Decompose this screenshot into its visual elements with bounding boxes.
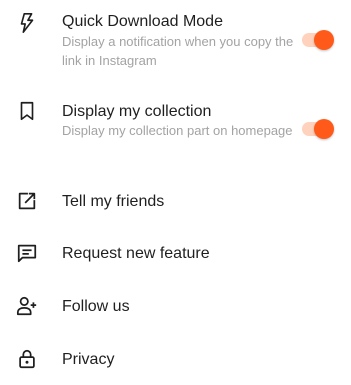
- lock-icon: [16, 348, 38, 370]
- toggle-thumb: [314, 119, 334, 139]
- setting-quick-download[interactable]: Quick Download Mode Display a notificati…: [0, 0, 351, 80]
- menu-item-label: Request new feature: [62, 245, 210, 262]
- menu-item-tell-friends[interactable]: Tell my friends: [0, 181, 351, 221]
- setting-title: Quick Download Mode: [62, 13, 223, 30]
- menu-item-label: Privacy: [62, 351, 115, 368]
- quick-download-toggle[interactable]: [300, 29, 336, 53]
- menu-item-label: Follow us: [62, 298, 130, 315]
- setting-description: Display my collection part on homepage: [62, 123, 293, 138]
- menu-item-label: Tell my friends: [62, 193, 165, 210]
- message-icon: [16, 242, 38, 264]
- bookmark-icon: [16, 100, 38, 122]
- toggle-thumb: [314, 30, 334, 50]
- setting-title: Display my collection: [62, 103, 212, 120]
- setting-display-collection[interactable]: Display my collection Display my collect…: [0, 90, 351, 170]
- share-icon: [16, 190, 38, 212]
- menu-item-privacy[interactable]: Privacy: [0, 339, 351, 379]
- menu-item-request-feature[interactable]: Request new feature: [0, 233, 351, 273]
- flash-icon: [16, 12, 38, 34]
- setting-description: Display a notification when you copy the…: [62, 34, 294, 68]
- person-add-icon: [16, 295, 38, 317]
- menu-item-follow-us[interactable]: Follow us: [0, 286, 351, 326]
- display-collection-toggle[interactable]: [300, 118, 336, 142]
